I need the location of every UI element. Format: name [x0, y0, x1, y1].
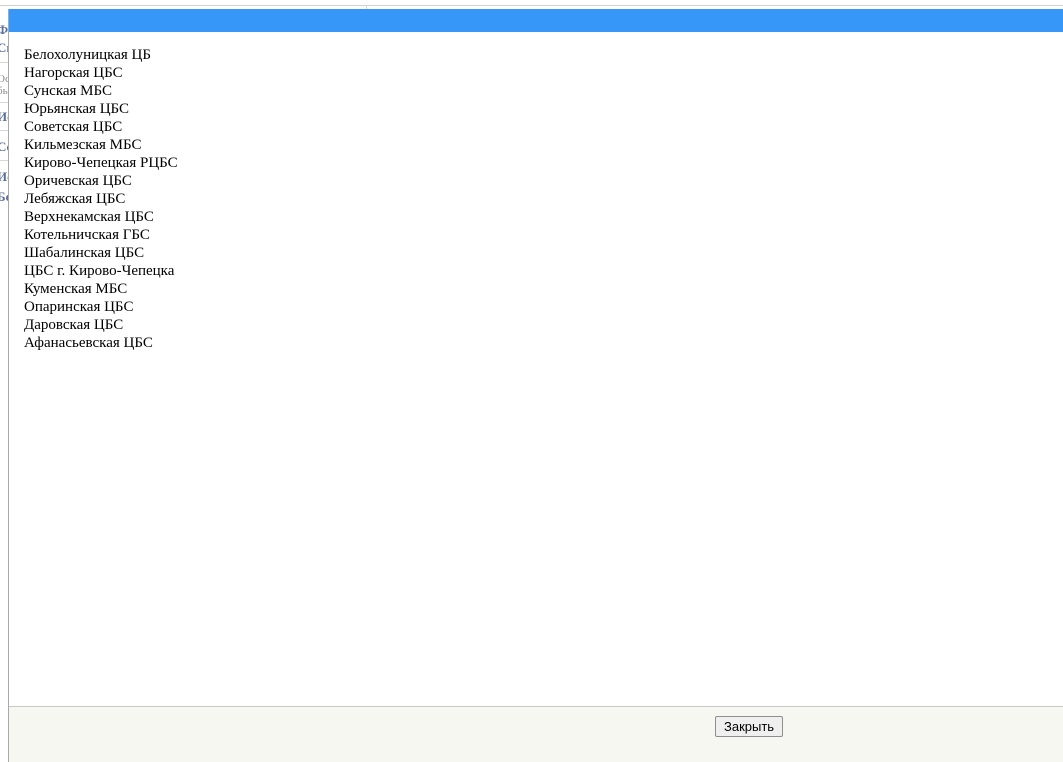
- list-item: Шабалинская ЦБС: [24, 245, 145, 261]
- background-text-fragment: Ис: [0, 109, 8, 124]
- library-list-dialog: Белохолуницкая ЦБ Нагорская ЦБС Сунская …: [8, 9, 1063, 762]
- dialog-titlebar[interactable]: [9, 9, 1063, 32]
- page: Ф Св Ос бы Ис Сс Ис Бе Белохолуницкая ЦБ…: [0, 0, 1063, 762]
- background-rule: [0, 130, 8, 131]
- list-item: Лебяжская ЦБС: [24, 191, 126, 207]
- list-item: Кирово-Чепецкая РЦБС: [24, 155, 178, 171]
- list-item: Куменская МБС: [24, 281, 128, 297]
- library-list: Белохолуницкая ЦБ Нагорская ЦБС Сунская …: [24, 46, 1024, 696]
- list-item: Нагорская ЦБС: [24, 65, 123, 81]
- list-item: Котельничская ГБС: [24, 227, 150, 243]
- list-item: Белохолуницкая ЦБ: [24, 47, 151, 63]
- background-text-fragment: Св: [0, 40, 8, 55]
- background-rule: [0, 62, 8, 63]
- background-text-fragment: Сс: [0, 139, 8, 154]
- list-item: Опаринская ЦБС: [24, 299, 134, 315]
- list-item: Верхнекамская ЦБС: [24, 209, 154, 225]
- background-top-border: [0, 5, 1063, 6]
- background-text-fragment: бы: [0, 85, 8, 97]
- list-item: ЦБС г. Кирово-Чепецка: [24, 263, 175, 279]
- list-item: Афанасьевская ЦБС: [24, 335, 153, 351]
- background-page-strip: Ф Св Ос бы Ис Сс Ис Бе: [0, 6, 8, 762]
- list-item: Кильмезская МБС: [24, 137, 142, 153]
- background-rule: [0, 102, 8, 103]
- list-item: Даровская ЦБС: [24, 317, 124, 333]
- close-button[interactable]: Закрыть: [715, 716, 784, 737]
- background-text-fragment: Бе: [0, 189, 8, 204]
- list-item: Сунская МБС: [24, 83, 113, 99]
- list-item: Оричевская ЦБС: [24, 173, 132, 189]
- list-item: Советская ЦБС: [24, 119, 123, 135]
- dialog-footer: Закрыть: [9, 706, 1063, 762]
- background-rule: [0, 160, 8, 161]
- background-text-fragment: Ис: [0, 169, 8, 184]
- list-item: Юрьянская ЦБС: [24, 101, 130, 117]
- background-text-fragment: Ф: [0, 22, 8, 37]
